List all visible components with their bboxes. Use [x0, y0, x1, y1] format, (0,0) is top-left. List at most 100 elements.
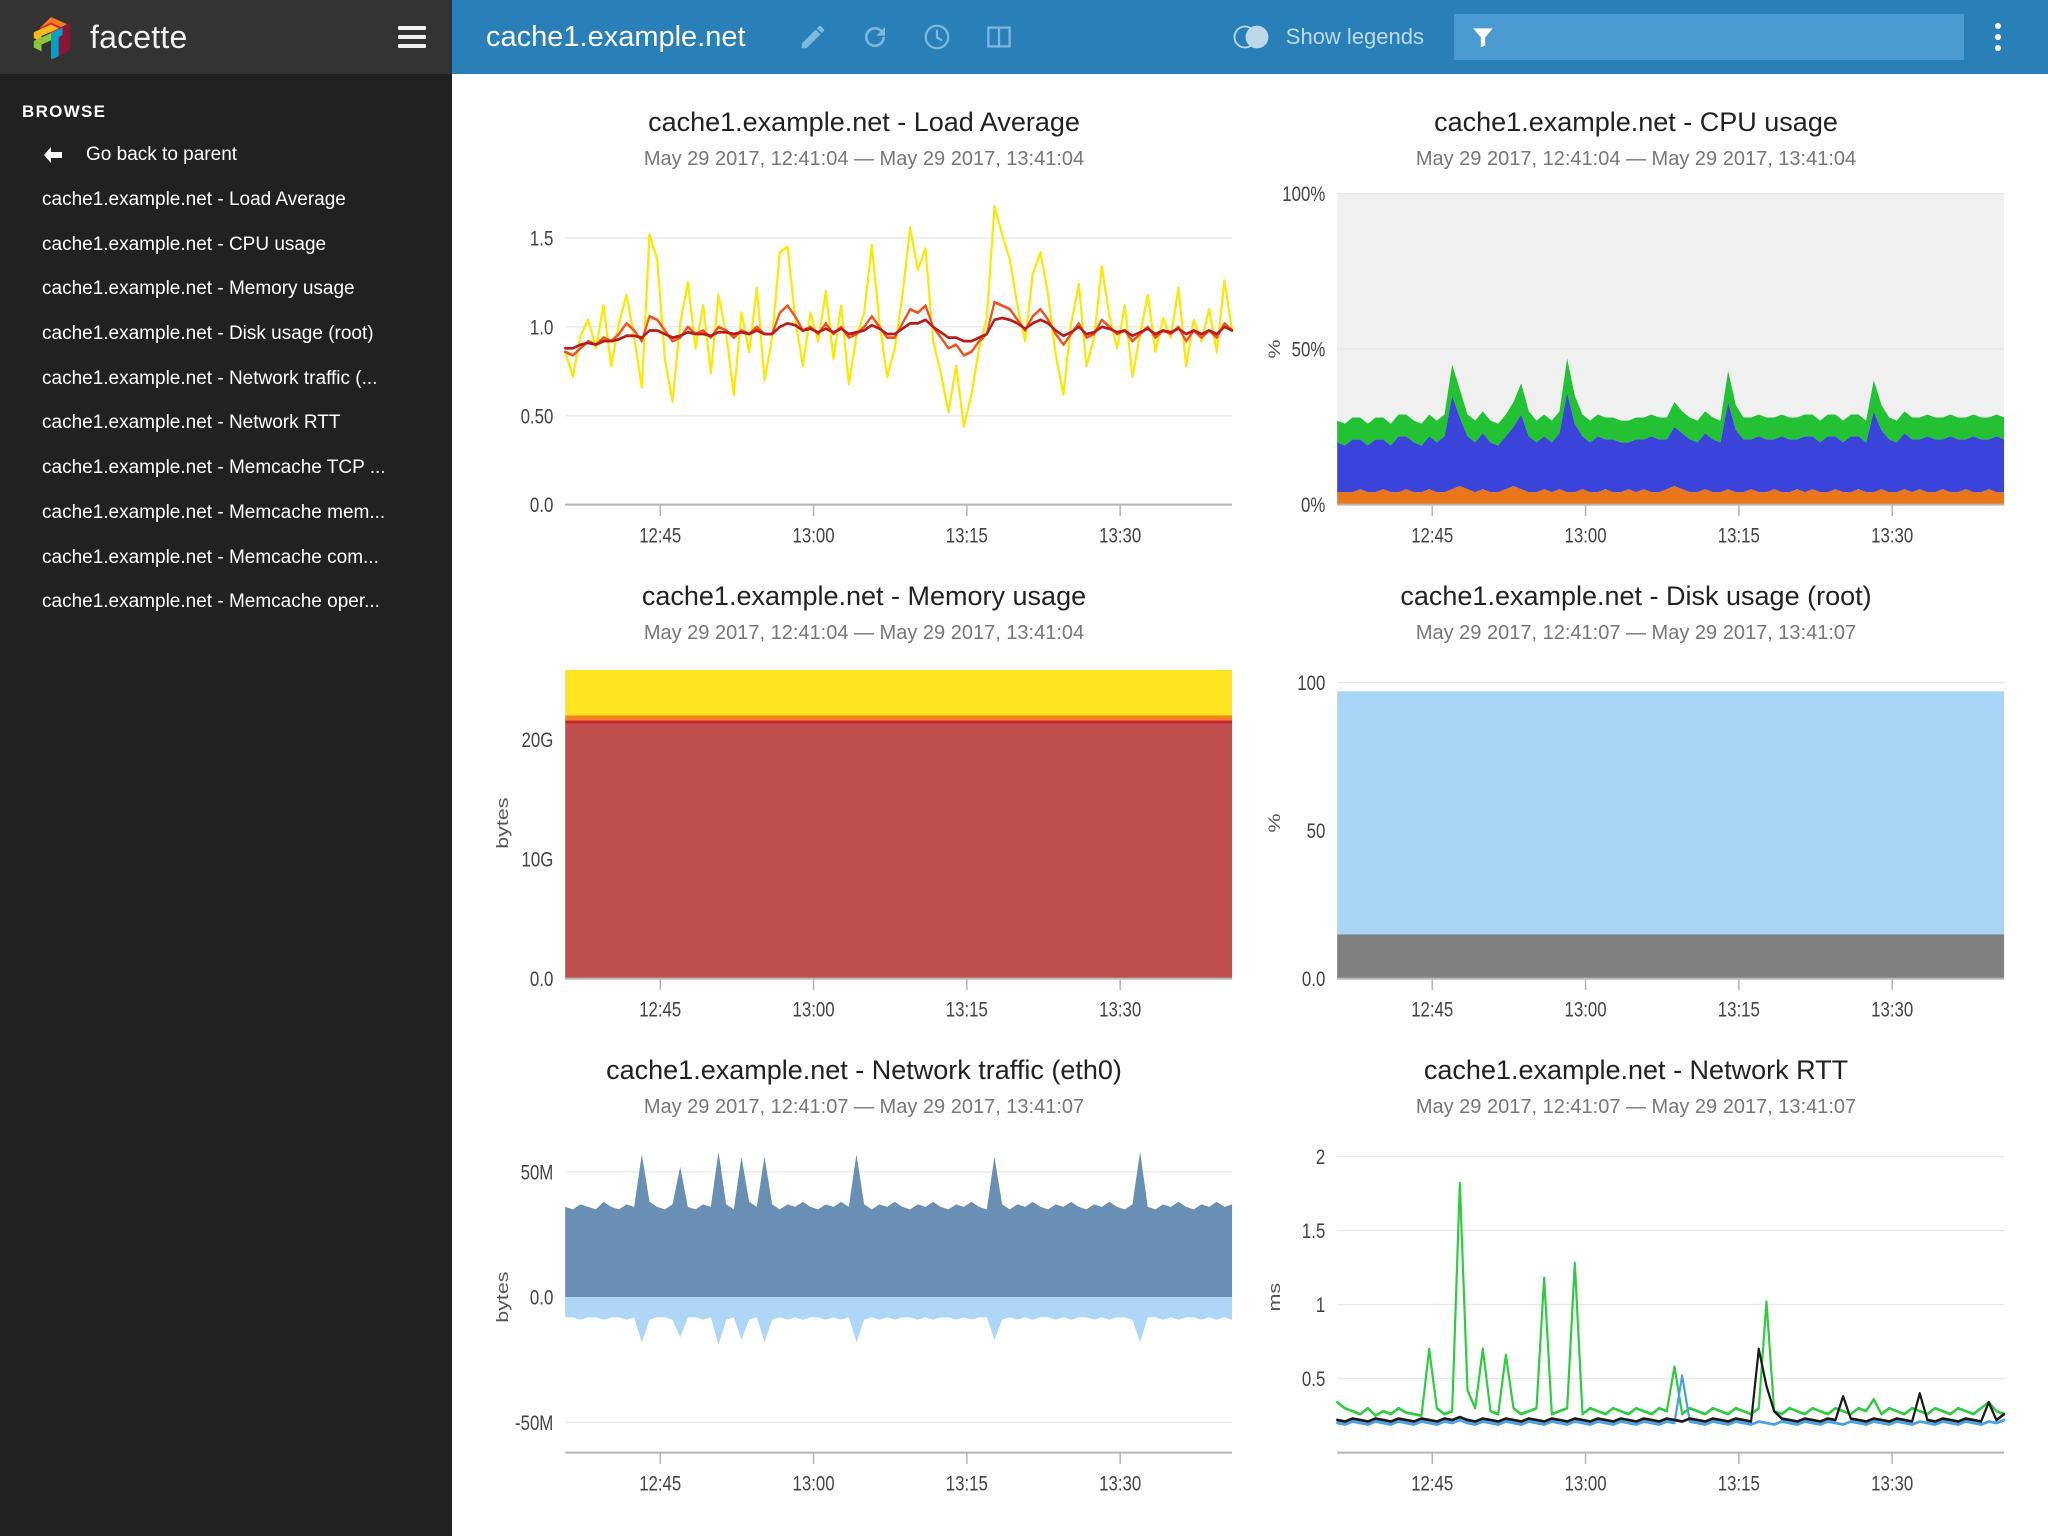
sidebar-item-load-average[interactable]: cache1.example.net - Load Average	[0, 178, 452, 223]
facette-cube-logo-icon	[30, 15, 72, 59]
sidebar-item-memcache-operations[interactable]: cache1.example.net - Memcache oper...	[0, 580, 452, 625]
kebab-dot	[1995, 45, 2001, 51]
graph-card-network-traffic[interactable]: cache1.example.net - Network traffic (et…	[478, 1040, 1250, 1514]
svg-text:13:30: 13:30	[1871, 998, 1913, 1021]
plot-network-rtt[interactable]: 0.511.52ms12:4513:0013:1513:30	[1260, 1129, 2012, 1508]
svg-text:50: 50	[1307, 820, 1326, 843]
graph-subtitle: May 29 2017, 12:41:04 — May 29 2017, 13:…	[644, 622, 1084, 645]
svg-text:13:30: 13:30	[1099, 524, 1141, 547]
sidebar-go-back-label: Go back to parent	[86, 144, 237, 166]
clock-icon	[922, 22, 952, 52]
sidebar-item-memcache-commands[interactable]: cache1.example.net - Memcache com...	[0, 536, 452, 581]
svg-text:0.0: 0.0	[530, 1287, 553, 1310]
columns-icon	[984, 22, 1014, 52]
toggle-off-icon	[1232, 24, 1272, 50]
kebab-dot	[1995, 23, 2001, 29]
more-options-button[interactable]	[1970, 6, 2026, 68]
refresh-button[interactable]	[844, 6, 906, 68]
sidebar-header: facette	[0, 0, 452, 74]
svg-text:13:30: 13:30	[1099, 998, 1141, 1021]
svg-text:13:00: 13:00	[1565, 998, 1607, 1021]
svg-text:13:15: 13:15	[946, 524, 988, 547]
plot-memory-usage[interactable]: 0.010G20Gbytes12:4513:0013:1513:30	[488, 655, 1240, 1034]
svg-text:13:15: 13:15	[1718, 1472, 1760, 1495]
svg-text:13:00: 13:00	[1565, 524, 1607, 547]
filter-input[interactable]	[1510, 26, 1948, 49]
filter-box[interactable]	[1454, 14, 1964, 60]
svg-text:0.0: 0.0	[530, 494, 553, 517]
plot-network-traffic[interactable]: -50M0.050Mbytes12:4513:0013:1513:30	[488, 1129, 1240, 1508]
svg-text:0.5: 0.5	[1302, 1368, 1325, 1391]
sidebar-item-memcache-memory[interactable]: cache1.example.net - Memcache mem...	[0, 491, 452, 536]
svg-text:13:30: 13:30	[1871, 524, 1913, 547]
svg-text:13:30: 13:30	[1871, 1472, 1913, 1495]
hamburger-icon[interactable]	[398, 26, 426, 48]
svg-text:100%: 100%	[1282, 183, 1325, 206]
layout-columns-button[interactable]	[968, 6, 1030, 68]
graph-title: cache1.example.net - Network RTT	[1424, 1054, 1848, 1088]
graph-card-disk-usage[interactable]: cache1.example.net - Disk usage (root) M…	[1250, 566, 2022, 1040]
plot-disk-usage[interactable]: 0.050100%12:4513:0013:1513:30	[1260, 655, 2012, 1034]
arrow-left-icon	[42, 145, 64, 165]
svg-text:2: 2	[1316, 1146, 1325, 1169]
graph-subtitle: May 29 2017, 12:41:07 — May 29 2017, 13:…	[1416, 622, 1856, 645]
main-area: cache1.example.net	[452, 0, 2048, 1536]
graph-card-cpu-usage[interactable]: cache1.example.net - CPU usage May 29 20…	[1250, 92, 2022, 566]
plot-svg: 0.00.501.01.512:4513:0013:1513:30	[488, 181, 1240, 560]
graph-card-load-average[interactable]: cache1.example.net - Load Average May 29…	[478, 92, 1250, 566]
graph-card-memory-usage[interactable]: cache1.example.net - Memory usage May 29…	[478, 566, 1250, 1040]
svg-text:1.0: 1.0	[530, 316, 553, 339]
svg-text:0.0: 0.0	[1302, 968, 1325, 991]
graph-title: cache1.example.net - Load Average	[648, 106, 1080, 140]
sidebar-item-memory-usage[interactable]: cache1.example.net - Memory usage	[0, 267, 452, 312]
plot-svg: 0.050100%12:4513:0013:1513:30	[1260, 655, 2012, 1034]
svg-text:13:15: 13:15	[946, 1472, 988, 1495]
graph-title: cache1.example.net - CPU usage	[1434, 106, 1838, 140]
sidebar-item-cpu-usage[interactable]: cache1.example.net - CPU usage	[0, 223, 452, 268]
pencil-icon	[798, 22, 828, 52]
plot-svg: 0%50%100%%12:4513:0013:1513:30	[1260, 181, 2012, 560]
svg-text:0%: 0%	[1301, 494, 1325, 517]
plot-svg: 0.010G20Gbytes12:4513:0013:1513:30	[488, 655, 1240, 1034]
svg-text:13:30: 13:30	[1099, 1472, 1141, 1495]
svg-text:bytes: bytes	[494, 797, 512, 848]
edit-button[interactable]	[782, 6, 844, 68]
plot-load-average[interactable]: 0.00.501.01.512:4513:0013:1513:30	[488, 181, 1240, 560]
svg-text:1.5: 1.5	[530, 228, 553, 251]
svg-text:13:15: 13:15	[1718, 524, 1760, 547]
sidebar-item-network-traffic[interactable]: cache1.example.net - Network traffic (..…	[0, 357, 452, 402]
graph-subtitle: May 29 2017, 12:41:07 — May 29 2017, 13:…	[1416, 1096, 1856, 1119]
svg-text:100: 100	[1297, 672, 1325, 695]
graph-grid: cache1.example.net - Load Average May 29…	[452, 74, 2048, 1536]
brand: facette	[30, 15, 187, 59]
sidebar-item-memcache-tcp[interactable]: cache1.example.net - Memcache TCP ...	[0, 446, 452, 491]
toolbar: cache1.example.net	[452, 0, 2048, 74]
svg-text:12:45: 12:45	[639, 524, 681, 547]
graph-subtitle: May 29 2017, 12:41:04 — May 29 2017, 13:…	[1416, 148, 1856, 171]
svg-text:20G: 20G	[522, 729, 554, 752]
svg-text:13:15: 13:15	[946, 998, 988, 1021]
sidebar: facette BROWSE Go back to parent cache1.…	[0, 0, 452, 1536]
graph-subtitle: May 29 2017, 12:41:07 — May 29 2017, 13:…	[644, 1096, 1084, 1119]
svg-text:13:00: 13:00	[793, 524, 835, 547]
plot-svg: 0.511.52ms12:4513:0013:1513:30	[1260, 1129, 2012, 1508]
time-range-button[interactable]	[906, 6, 968, 68]
sidebar-go-back-to-parent[interactable]: Go back to parent	[0, 136, 452, 178]
show-legends-label: Show legends	[1286, 24, 1424, 50]
plot-svg: -50M0.050Mbytes12:4513:0013:1513:30	[488, 1129, 1240, 1508]
show-legends-toggle[interactable]: Show legends	[1232, 24, 1424, 50]
svg-text:0.0: 0.0	[530, 968, 553, 991]
svg-text:1.5: 1.5	[1302, 1220, 1325, 1243]
svg-text:1: 1	[1316, 1294, 1325, 1317]
sidebar-item-network-rtt[interactable]: cache1.example.net - Network RTT	[0, 401, 452, 446]
browse-section-label: BROWSE	[0, 74, 452, 136]
svg-text:13:00: 13:00	[793, 998, 835, 1021]
sidebar-item-disk-usage[interactable]: cache1.example.net - Disk usage (root)	[0, 312, 452, 357]
svg-text:13:00: 13:00	[1565, 1472, 1607, 1495]
svg-text:bytes: bytes	[494, 1271, 512, 1322]
svg-text:13:00: 13:00	[793, 1472, 835, 1495]
graph-subtitle: May 29 2017, 12:41:04 — May 29 2017, 13:…	[644, 148, 1084, 171]
graph-card-network-rtt[interactable]: cache1.example.net - Network RTT May 29 …	[1250, 1040, 2022, 1514]
plot-cpu-usage[interactable]: 0%50%100%%12:4513:0013:1513:30	[1260, 181, 2012, 560]
svg-text:50M: 50M	[521, 1161, 554, 1184]
